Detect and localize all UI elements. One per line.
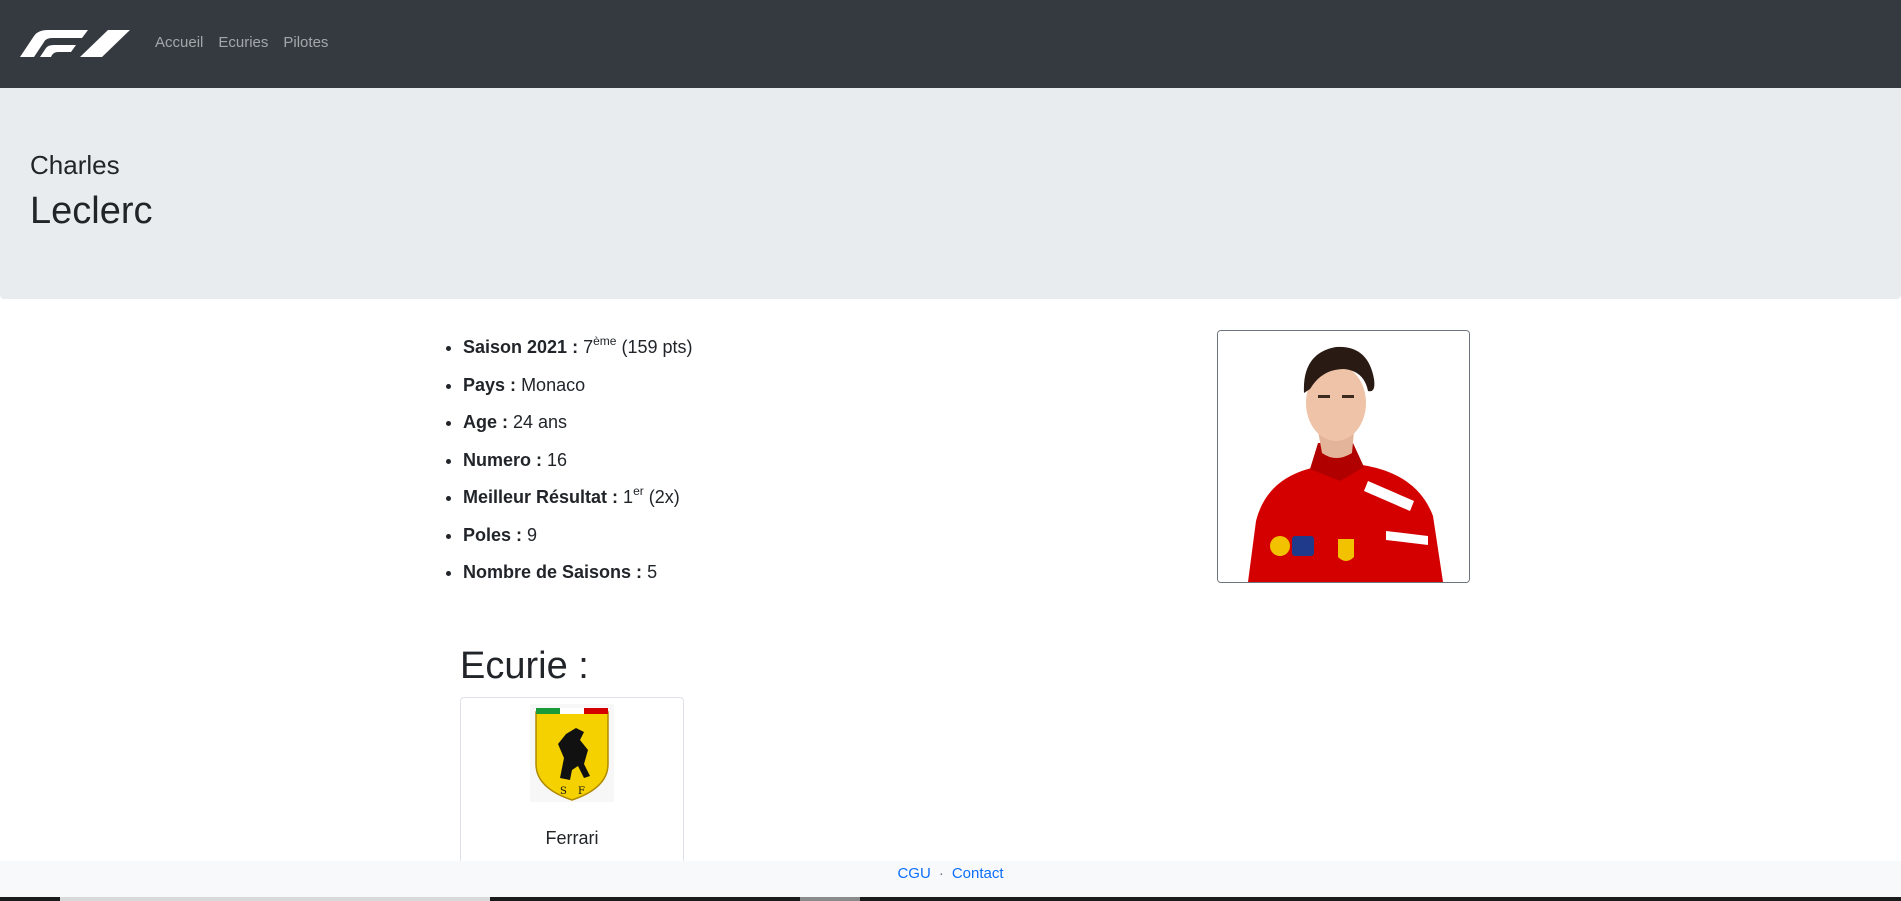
driver-stats-list: Saison 2021 : 7ème (159 pts) Pays : Mona… <box>438 332 693 595</box>
svg-text:S: S <box>560 786 567 797</box>
stat-value: 9 <box>527 524 538 545</box>
stat-age: Age : 24 ans <box>463 407 693 445</box>
svg-text:F: F <box>578 786 585 797</box>
stat-value: 24 ans <box>513 412 568 432</box>
driver-photo <box>1217 330 1470 583</box>
driver-last-name: Leclerc <box>30 190 153 232</box>
driver-first-name: Charles <box>30 150 120 180</box>
team-name: Ferrari <box>545 828 599 848</box>
team-card[interactable]: S F Ferrari <box>460 697 684 869</box>
top-navbar: Accueil Ecuries Pilotes <box>0 0 1901 88</box>
stat-label: Numero : <box>463 449 543 470</box>
page-footer: CGU · Contact <box>0 861 1901 897</box>
stat-suffix: er <box>633 484 644 498</box>
footer-link-contact[interactable]: Contact <box>952 865 1004 882</box>
stat-label: Age : <box>463 412 508 432</box>
stat-best-result: Meilleur Résultat : 1er (2x) <box>463 482 693 520</box>
nav-link-accueil[interactable]: Accueil <box>155 34 203 51</box>
stat-label: Nombre de Saisons : <box>463 562 643 582</box>
taskbar-strip <box>0 897 1901 901</box>
taskbar-segment <box>800 897 860 901</box>
nav-link-ecuries[interactable]: Ecuries <box>218 34 268 51</box>
taskbar-segment <box>60 897 490 901</box>
stat-label: Meilleur Résultat : <box>463 487 619 507</box>
stat-country: Pays : Monaco <box>463 370 693 408</box>
nav-link-pilotes[interactable]: Pilotes <box>283 34 328 51</box>
stat-value: 5 <box>647 562 658 582</box>
ferrari-shield-icon: S F <box>530 704 614 802</box>
nav-links: Accueil Ecuries Pilotes <box>155 34 328 51</box>
stat-label: Pays : <box>463 374 517 395</box>
stat-value: 7 <box>583 337 594 357</box>
stat-value: Monaco <box>521 374 586 395</box>
footer-separator: · <box>938 865 944 882</box>
stat-number: Numero : 16 <box>463 445 693 483</box>
stat-extra: (159 pts) <box>621 337 693 357</box>
footer-link-cgu[interactable]: CGU <box>897 865 930 882</box>
driver-header: Charles Leclerc <box>0 88 1901 299</box>
stat-seasons: Nombre de Saisons : 5 <box>463 557 693 595</box>
stat-poles: Poles : 9 <box>463 520 693 558</box>
stat-label: Saison 2021 : <box>463 337 579 357</box>
team-heading: Ecurie : <box>460 645 589 687</box>
stat-label: Poles : <box>463 524 523 545</box>
f1-logo-icon[interactable] <box>18 30 130 58</box>
stat-value: 1 <box>623 487 634 507</box>
stat-suffix: ème <box>593 334 617 348</box>
stat-season: Saison 2021 : 7ème (159 pts) <box>463 332 693 370</box>
stat-extra: (2x) <box>648 487 680 507</box>
driver-portrait-icon <box>1218 331 1469 582</box>
stat-value: 16 <box>547 449 568 470</box>
